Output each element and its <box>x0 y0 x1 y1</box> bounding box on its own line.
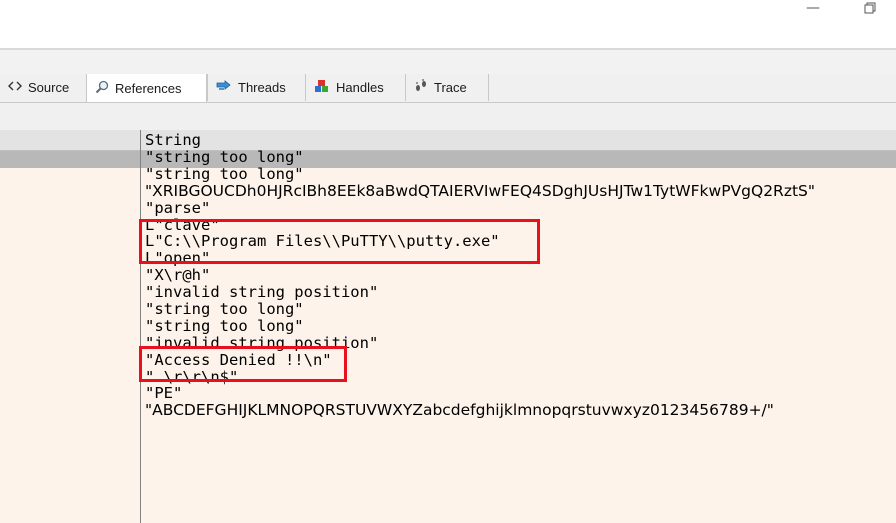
string-row[interactable]: "string too long" <box>145 149 815 166</box>
restore-icon[interactable] <box>864 2 876 18</box>
search-icon <box>95 80 115 97</box>
string-row[interactable]: "string too long" <box>145 165 815 183</box>
highlight-box-access-denied <box>139 346 347 382</box>
tab-label: References <box>115 80 182 96</box>
minimize-icon[interactable]: — <box>806 0 820 16</box>
footprints-icon <box>414 79 434 96</box>
tab-references[interactable]: References <box>86 74 207 102</box>
column-header-string[interactable]: String <box>145 131 201 149</box>
pane-header-band <box>0 103 896 130</box>
tab-label: Trace <box>434 80 467 95</box>
references-grid: String "string too long" "string too lon… <box>0 130 896 523</box>
tab-source[interactable]: Source <box>0 74 86 101</box>
tab-strip: Source References Threads Handles Trace <box>0 74 896 103</box>
highlight-box-putty <box>139 219 540 264</box>
string-row[interactable]: "invalid string position" <box>145 284 815 301</box>
toolbar-band <box>0 50 896 74</box>
string-row[interactable]: "XRIBGOUCDh0HJRcIBh8EEk8aBwdQTAIERVIwFEQ… <box>145 182 815 200</box>
tab-label: Handles <box>336 80 384 95</box>
title-bar: — <box>0 0 896 48</box>
string-row[interactable]: "PE" <box>145 385 815 402</box>
code-brackets-icon <box>8 80 28 95</box>
string-row[interactable]: "string too long" <box>145 318 815 335</box>
string-row[interactable]: "ABCDEFGHIJKLMNOPQRSTUVWXYZabcdefghijklm… <box>145 402 815 419</box>
string-row[interactable]: "string too long" <box>145 301 815 318</box>
grid-header: String <box>0 130 896 151</box>
tab-label: Source <box>28 80 70 95</box>
tab-trace[interactable]: Trace <box>405 74 489 101</box>
tab-label: Threads <box>238 80 286 95</box>
tab-threads[interactable]: Threads <box>207 74 305 101</box>
string-row[interactable]: "X\r@h" <box>145 267 815 284</box>
threads-icon <box>216 80 238 95</box>
string-row[interactable]: "parse" <box>145 199 815 217</box>
handles-icon <box>314 79 336 96</box>
tab-handles[interactable]: Handles <box>305 74 405 101</box>
column-divider[interactable] <box>140 130 141 523</box>
